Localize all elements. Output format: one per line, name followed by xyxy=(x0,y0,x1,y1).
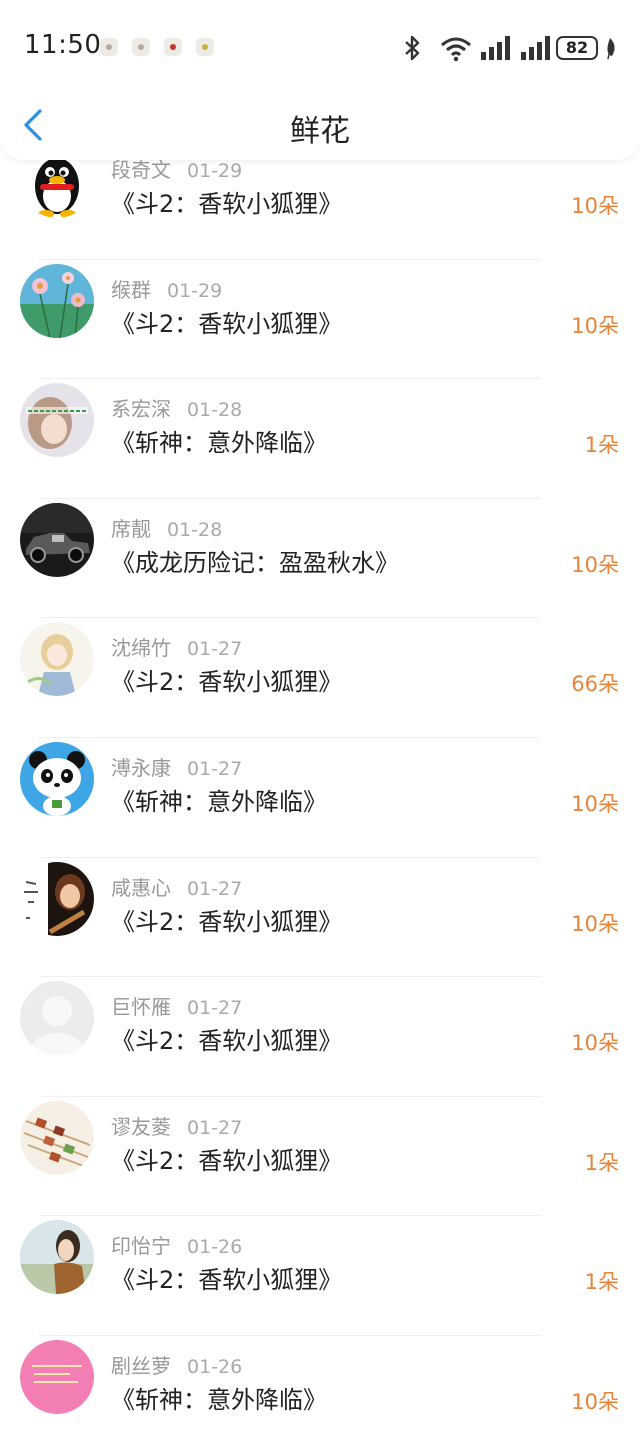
work-title: 《斗2：香软小狐狸》 xyxy=(111,309,343,338)
user-name: 印怡宁 xyxy=(111,1234,171,1259)
top-bar: 11:50 82 鲜花 xyxy=(0,0,640,160)
flower-amount: 10朵 xyxy=(571,1031,619,1056)
gift-date: 01-27 xyxy=(187,1116,243,1139)
girl-guitar-avatar xyxy=(20,861,94,936)
user-name: 席靓 xyxy=(111,516,151,541)
user-name: 缑群 xyxy=(111,277,151,302)
work-title: 《斗2：香软小狐狸》 xyxy=(111,907,343,936)
anime-girl-avatar xyxy=(20,622,94,697)
flower-amount: 10朵 xyxy=(571,313,619,338)
work-title: 《斩神：意外降临》 xyxy=(111,429,327,458)
notification-icon xyxy=(164,38,182,56)
gift-date: 01-28 xyxy=(187,399,243,422)
work-title: 《斗2：香软小狐狸》 xyxy=(111,190,343,218)
work-title: 《斩神：意外降临》 xyxy=(111,787,327,816)
gift-date: 01-29 xyxy=(167,279,223,302)
notification-icon xyxy=(100,38,118,56)
flower-amount: 1朵 xyxy=(584,1270,619,1295)
signal-icon xyxy=(481,36,510,60)
list-item[interactable]: 巨怀雁 01-27 《斗2：香软小狐狸》 10朵 xyxy=(0,977,640,1097)
flower-amount: 1朵 xyxy=(584,433,619,458)
pink-text-avatar xyxy=(20,1339,94,1414)
skewers-avatar xyxy=(20,1100,94,1175)
user-name: 咸惠心 xyxy=(111,875,171,900)
list-item[interactable]: 沈绵竹 01-27 《斗2：香软小狐狸》 66朵 xyxy=(0,618,640,738)
work-title: 《斩神：意外降临》 xyxy=(111,1385,327,1414)
user-name: 巨怀雁 xyxy=(111,995,171,1020)
list-item[interactable]: 溥永康 01-27 《斩神：意外降临》 10朵 xyxy=(0,738,640,858)
bluetooth-icon xyxy=(405,35,420,61)
work-title: 《斗2：香软小狐狸》 xyxy=(111,1146,343,1175)
user-name: 系宏深 xyxy=(111,397,171,422)
work-title: 《成龙历险记：盈盈秋水》 xyxy=(111,548,399,577)
signal-icon xyxy=(521,36,550,60)
gift-date: 01-29 xyxy=(187,160,243,182)
flower-amount: 66朵 xyxy=(571,672,619,697)
nav-bar: 鲜花 xyxy=(0,96,640,156)
notification-icon xyxy=(196,38,214,56)
list-item[interactable]: 咸惠心 01-27 《斗2：香软小狐狸》 10朵 xyxy=(0,858,640,978)
flower-amount: 10朵 xyxy=(571,194,619,218)
list-item[interactable]: 缑群 01-29 《斗2：香软小狐狸》 10朵 xyxy=(0,260,640,380)
status-time: 11:50 xyxy=(24,30,102,60)
list-item[interactable]: 印怡宁 01-26 《斗2：香软小狐狸》 1朵 xyxy=(0,1216,640,1336)
flower-amount: 10朵 xyxy=(571,552,619,577)
user-name: 谬友菱 xyxy=(111,1114,171,1139)
flower-amount: 10朵 xyxy=(571,1389,619,1414)
user-name: 溥永康 xyxy=(111,755,171,780)
work-title: 《斗2：香软小狐狸》 xyxy=(111,1027,343,1056)
flower-amount: 10朵 xyxy=(571,911,619,936)
panda-avatar xyxy=(20,741,94,816)
status-bar: 11:50 82 xyxy=(0,0,640,96)
list-item[interactable]: 谬友菱 01-27 《斗2：香软小狐狸》 1朵 xyxy=(0,1097,640,1217)
flower-amount: 10朵 xyxy=(571,791,619,816)
page-title: 鲜花 xyxy=(290,114,350,149)
user-name: 段奇文 xyxy=(111,158,171,182)
flower-list: 段奇文 01-29 《斗2：香软小狐狸》 10朵 缑群 01-29 《斗2：香软小狐… xyxy=(0,140,640,1452)
leaf-icon xyxy=(607,38,615,60)
woman-scarf-avatar xyxy=(20,1220,94,1295)
vintage-car-avatar xyxy=(20,502,94,577)
gift-date: 01-27 xyxy=(187,757,243,780)
gift-date: 01-27 xyxy=(187,638,243,661)
list-item[interactable]: 系宏深 01-28 《斩神：意外降临》 1朵 xyxy=(0,379,640,499)
gift-date: 01-26 xyxy=(187,1236,243,1259)
notification-icon xyxy=(132,38,150,56)
user-name: 剧丝萝 xyxy=(111,1353,171,1378)
girl-text-avatar xyxy=(20,383,94,458)
work-title: 《斗2：香软小狐狸》 xyxy=(111,668,343,697)
user-name: 沈绵竹 xyxy=(111,636,171,661)
default-user-avatar xyxy=(20,981,94,1056)
battery-icon: 82 xyxy=(556,36,598,60)
flower-amount: 1朵 xyxy=(584,1150,619,1175)
list-item[interactable]: 剧丝萝 01-26 《斩神：意外降临》 10朵 xyxy=(0,1336,640,1452)
gift-date: 01-27 xyxy=(187,997,243,1020)
gift-date: 01-26 xyxy=(187,1355,243,1378)
gift-date: 01-28 xyxy=(167,518,223,541)
wifi-icon xyxy=(441,37,471,62)
flowers-sky-avatar xyxy=(20,263,94,338)
work-title: 《斗2：香软小狐狸》 xyxy=(111,1266,343,1295)
gift-date: 01-27 xyxy=(187,877,243,900)
list-item[interactable]: 席靓 01-28 《成龙历险记：盈盈秋水》 10朵 xyxy=(0,499,640,619)
